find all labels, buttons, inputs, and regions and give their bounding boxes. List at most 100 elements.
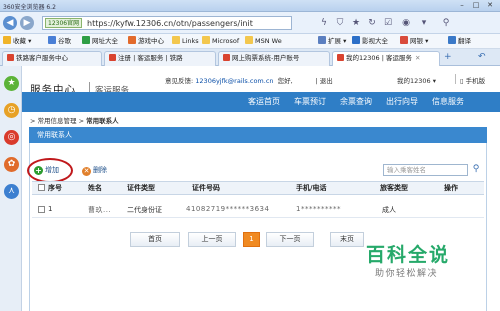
folder-icon	[202, 36, 210, 44]
person-icon[interactable]: ⋏	[4, 184, 19, 199]
logout-link[interactable]: 退出	[320, 77, 333, 85]
search-icon[interactable]: ⚲	[470, 163, 482, 176]
forward-icon[interactable]: ▶	[20, 16, 34, 30]
bank-button[interactable]: 网银 ▾	[400, 36, 428, 47]
fav-item-links[interactable]: Links	[172, 36, 199, 47]
column-name: 姓名	[88, 184, 102, 192]
search-icon[interactable]: ⚲	[440, 17, 452, 29]
row-id-number: 41082719******3634	[186, 205, 270, 213]
translate-icon	[448, 36, 456, 44]
row-index: 1	[48, 205, 53, 213]
folder-icon	[245, 36, 253, 44]
greeting-text: 您好,	[277, 77, 293, 85]
feedback-label: 意见反馈:	[165, 77, 194, 85]
railway-icon	[337, 54, 344, 61]
star-icon	[3, 36, 11, 44]
weibo-icon[interactable]: ◎	[4, 130, 19, 145]
new-tab-icon[interactable]: +	[444, 52, 452, 63]
column-id-type: 证件类型	[127, 184, 155, 192]
address-bar[interactable]: 12306官网 https://kyfw.12306.cn/otn/passen…	[42, 16, 292, 30]
bank-icon	[400, 36, 408, 44]
breadcrumb: > 常用信息管理 > 常用联系人	[30, 115, 119, 125]
row-passenger-type: 成人	[382, 206, 396, 214]
my-account-menu[interactable]: 我的12306 ▾	[397, 75, 436, 85]
add-contact-button[interactable]: + 增加	[34, 165, 59, 175]
prev-page-button[interactable]: 上一页	[188, 232, 236, 247]
video-button[interactable]: 影视大全	[352, 36, 388, 47]
app-icon[interactable]: ✿	[4, 157, 19, 172]
browser-sidebar: ★ ◷ ◎ ✿ ⋏	[0, 66, 22, 311]
fav-item-games[interactable]: 游戏中心	[128, 36, 164, 47]
watermark-title: 百科全说	[366, 244, 451, 266]
extensions-button[interactable]: 扩展 ▾	[318, 36, 346, 47]
breadcrumb-current: 常用联系人	[86, 117, 119, 125]
panel-title: 常用联系人	[29, 127, 487, 143]
feedback-email-link[interactable]: 12306yjfk@rails.com.cn	[195, 77, 273, 85]
fav-item-microsoft[interactable]: Microsof	[202, 36, 239, 47]
favorites-bar: 收藏 ▾ 谷歌 网址大全 游戏中心 Links Microsof MSN We …	[0, 34, 500, 49]
extension-icon	[318, 36, 326, 44]
translate-button[interactable]: 翻译	[448, 36, 471, 47]
minimize-icon[interactable]: –	[456, 1, 468, 10]
portal-icon	[82, 36, 90, 44]
first-page-button[interactable]: 首页	[130, 232, 180, 247]
refresh-icon[interactable]: ↻	[366, 17, 378, 29]
dropdown-icon[interactable]: ▾	[418, 17, 430, 29]
browser-title: 360安全浏览器 6.2	[3, 4, 56, 11]
row-divider	[32, 217, 484, 218]
nav-home[interactable]: 客运首页	[248, 95, 280, 109]
tab-bar: 铁路客户服务中心 注册 | 客运服务 | 铁路 网上购票系统-用户账号 我的12…	[0, 49, 500, 66]
maximize-icon[interactable]: □	[470, 1, 482, 10]
video-icon	[352, 36, 360, 44]
close-window-icon[interactable]: ✕	[484, 1, 496, 10]
next-page-button[interactable]: 下一页	[266, 232, 314, 247]
game-icon	[128, 36, 136, 44]
browser-title-bar: 360安全浏览器 6.2 – □ ✕	[0, 0, 500, 12]
row-id-type: 二代身份证	[127, 206, 162, 214]
fav-item-collect[interactable]: 收藏 ▾	[3, 36, 31, 47]
undo-icon[interactable]: ↶	[478, 52, 486, 63]
url-text[interactable]: https://kyfw.12306.cn/otn/passengers/ini…	[87, 18, 253, 29]
row-phone: 1**********	[296, 205, 341, 213]
railway-icon	[223, 54, 230, 61]
tab-railway-service[interactable]: 铁路客户服务中心	[2, 51, 102, 66]
browser-nav-bar: ◀ ▶ 12306官网 https://kyfw.12306.cn/otn/pa…	[0, 12, 500, 34]
back-icon[interactable]: ◀	[3, 16, 17, 30]
nav-remaining-tickets[interactable]: 余票查询	[340, 95, 372, 109]
last-page-button[interactable]: 末页	[330, 232, 364, 247]
tab-my-12306[interactable]: 我的12306 | 客运服务 ✕	[332, 51, 440, 66]
mobile-version-link[interactable]: ▯ 手机版	[460, 75, 485, 85]
fav-item-google[interactable]: 谷歌	[48, 36, 71, 47]
select-all-checkbox[interactable]	[38, 184, 45, 191]
breadcrumb-parent[interactable]: > 常用信息管理 >	[30, 117, 84, 125]
close-tab-icon[interactable]: ✕	[415, 54, 420, 62]
column-id-number: 证件号码	[192, 184, 220, 192]
check-icon[interactable]: ☑	[382, 17, 394, 29]
delete-contact-button[interactable]: ✕ 删除	[82, 165, 107, 176]
google-icon	[48, 36, 56, 44]
main-navigation: 客运首页 车票预订 余票查询 出行向导 信息服务	[22, 92, 500, 112]
nav-travel-guide[interactable]: 出行向导	[386, 95, 418, 109]
watermark-subtitle: 助你轻松解决	[375, 269, 439, 279]
fav-item-msn[interactable]: MSN We	[245, 36, 282, 47]
phone-icon: ▯	[460, 77, 464, 85]
fav-item-portal[interactable]: 网址大全	[82, 36, 118, 47]
star-icon[interactable]: ★	[4, 76, 19, 91]
nav-info-service[interactable]: 信息服务	[432, 95, 464, 109]
nav-book-tickets[interactable]: 车票预订	[294, 95, 326, 109]
current-page-button[interactable]: 1	[243, 232, 260, 247]
lightning-icon[interactable]: ϟ	[318, 17, 330, 29]
column-actions: 操作	[444, 184, 458, 192]
passenger-search-input[interactable]: 输入乘客姓名	[383, 164, 468, 176]
column-passenger-type: 旅客类型	[380, 184, 408, 192]
search-engine-icon[interactable]: ◉	[400, 17, 412, 29]
tab-register[interactable]: 注册 | 客运服务 | 铁路	[104, 51, 216, 66]
clock-icon[interactable]: ◷	[4, 103, 19, 118]
row-name: 曹玖...	[88, 206, 112, 214]
star-icon[interactable]: ★	[350, 17, 362, 29]
railway-icon	[109, 54, 116, 61]
row-checkbox[interactable]	[38, 206, 45, 213]
site-badge: 12306官网	[45, 18, 83, 28]
tab-ticketing[interactable]: 网上购票系统-用户账号	[218, 51, 330, 66]
shield-icon[interactable]: ⛉	[334, 17, 346, 29]
